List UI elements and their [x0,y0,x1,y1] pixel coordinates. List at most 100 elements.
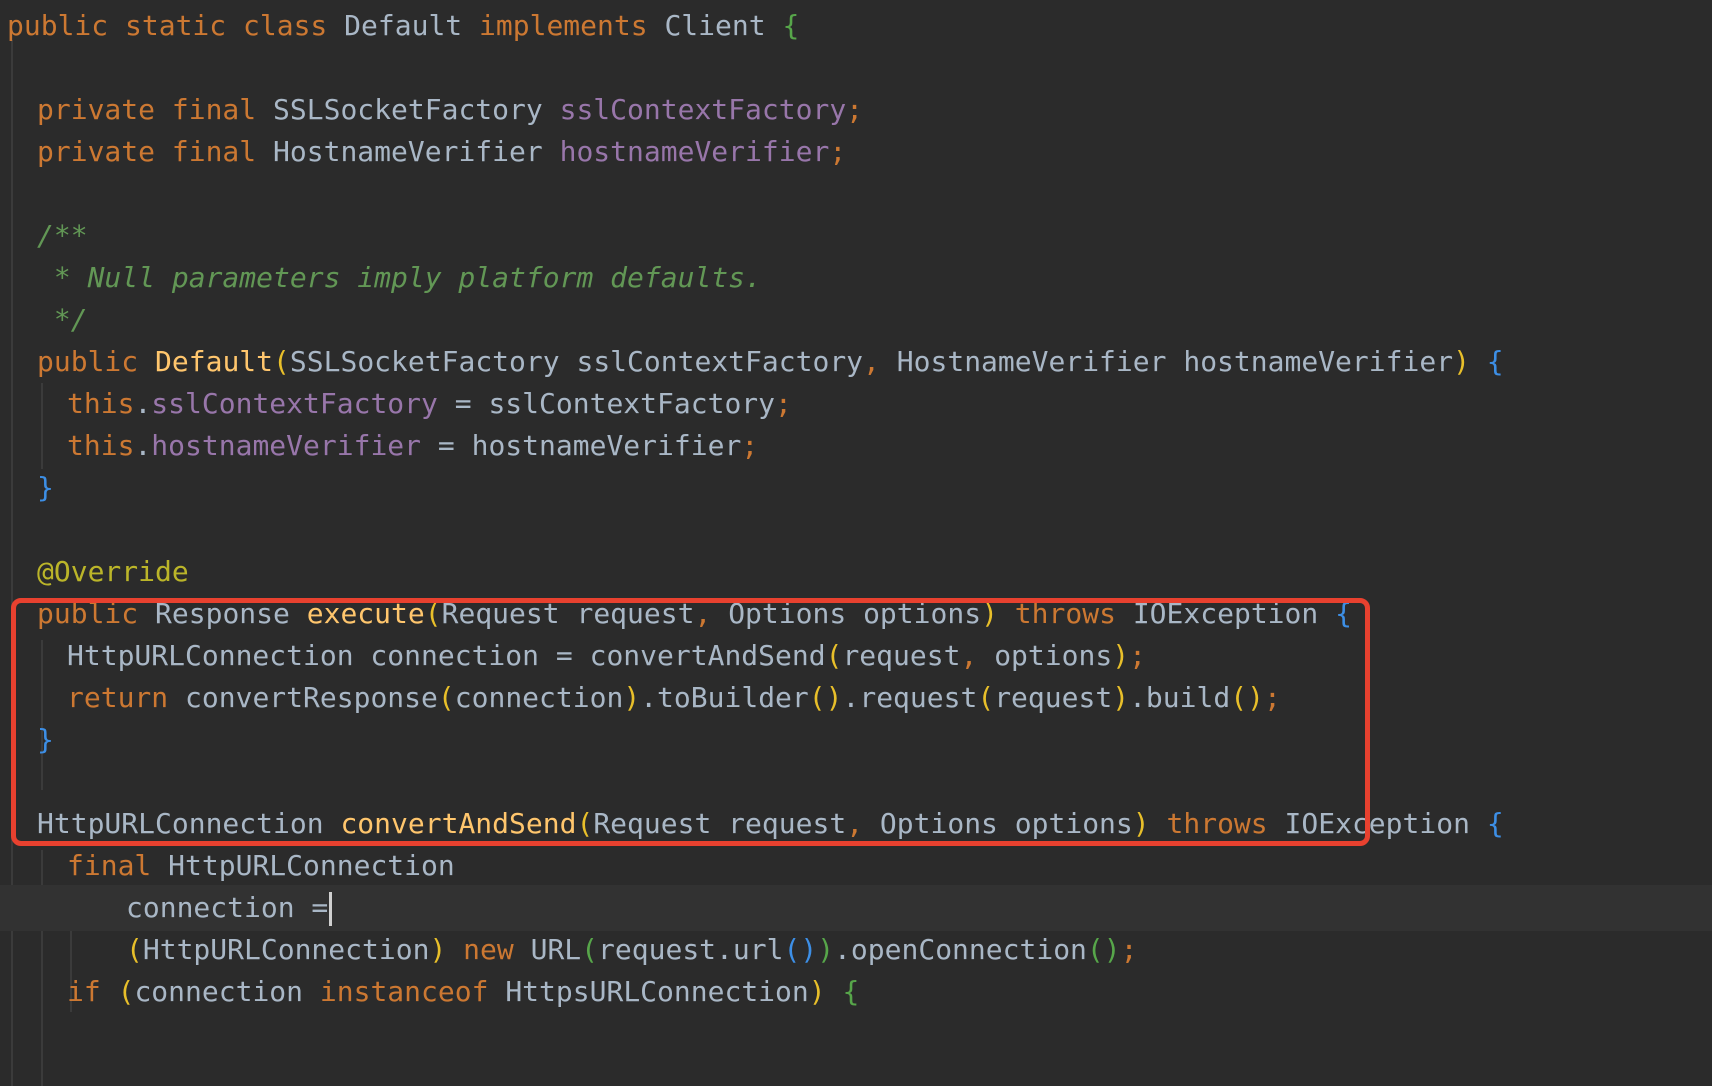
code-line[interactable]: /** [0,213,1712,259]
code-token: convertAndSend [340,807,577,840]
code-token: execute [306,597,425,630]
code-token: ; [1129,639,1146,672]
code-token: Default [155,345,274,378]
code-token: = sslContextFactory [437,387,776,420]
code-line[interactable]: final HttpURLConnection [0,843,1712,889]
code-token: { [1486,345,1504,378]
code-text: @Override [37,549,189,595]
code-line[interactable]: this.hostnameVerifier = hostnameVerifier… [0,423,1712,469]
code-line[interactable]: @Override [0,549,1712,595]
code-token: , [846,807,880,840]
code-line[interactable]: HttpURLConnection convertAndSend(Request… [0,801,1712,847]
code-token: private final [37,93,274,126]
code-line[interactable]: } [0,465,1712,511]
code-token: ; [846,93,864,126]
code-token: ( [126,933,143,966]
code-line[interactable] [0,45,1712,91]
code-token: () [1230,681,1264,714]
code-line[interactable]: this.sslContextFactory = sslContextFacto… [0,381,1712,427]
code-token: HttpURLConnection [37,807,341,840]
code-line[interactable] [0,507,1712,553]
code-line[interactable]: if (connection instanceof HttpsURLConnec… [0,969,1712,1015]
code-text: private final SSLSocketFactory sslContex… [37,87,863,133]
code-token: .build [1129,681,1231,714]
code-token: HttpURLConnection [142,933,430,966]
code-token: connection = [126,891,329,924]
code-line[interactable]: public Default(SSLSocketFactory sslConte… [0,339,1712,385]
code-text: public Response execute(Request request,… [37,591,1352,637]
code-token: } [37,723,54,756]
code-token: ( [825,639,843,672]
code-token: { [842,975,860,1008]
code-token: ) [817,933,835,966]
code-token: ; [741,429,759,462]
code-line[interactable]: private final HostnameVerifier hostnameV… [0,129,1712,175]
code-editor[interactable]: public static class Default implements C… [0,0,1712,1086]
code-token: if [67,975,118,1008]
code-text: private final HostnameVerifier hostnameV… [37,129,846,175]
code-token: new [463,933,531,966]
code-line[interactable]: } [0,717,1712,763]
code-token: .request [842,681,978,714]
code-token: Request request [593,807,847,840]
code-token: ) [429,933,464,966]
code-text: final HttpURLConnection [67,843,455,889]
code-text: return convertResponse(connection).toBui… [67,675,1281,721]
code-line[interactable]: return convertResponse(connection).toBui… [0,675,1712,721]
code-token: throws [1166,807,1285,840]
code-line[interactable]: private final SSLSocketFactory sslContex… [0,87,1712,133]
code-line[interactable]: public static class Default implements C… [0,3,1712,49]
code-token: , [863,345,897,378]
code-text: HttpURLConnection connection = convertAn… [67,633,1146,679]
code-line[interactable] [0,171,1712,217]
code-line[interactable] [0,759,1712,805]
code-text: connection = [126,885,333,931]
code-token: ; [1263,681,1281,714]
code-token: Client [664,9,783,42]
code-token: , [694,597,729,630]
code-token: options [994,639,1113,672]
code-token: sslContextFactory [559,93,847,126]
code-token: ) [808,975,843,1008]
code-text: HttpURLConnection convertAndSend(Request… [37,801,1504,847]
code-token: ( [424,597,442,630]
code-token: public [37,597,156,630]
code-text: public static class Default implements C… [7,3,799,49]
text-caret [329,892,333,926]
code-token: Options options [728,597,982,630]
code-line[interactable]: * Null parameters imply platform default… [0,255,1712,301]
code-token: } [37,471,54,504]
code-line[interactable]: */ [0,297,1712,343]
code-token: public static class [7,9,345,42]
code-text: public Default(SSLSocketFactory sslConte… [37,339,1504,385]
code-token: @Override [37,555,189,588]
code-token: Options options [879,807,1133,840]
code-line[interactable]: public Response execute(Request request,… [0,591,1712,637]
code-token: request [842,639,961,672]
code-token: .toBuilder [640,681,809,714]
code-token: () [783,933,818,966]
code-text: * Null parameters imply platform default… [37,255,762,301]
code-token: ; [775,387,792,420]
code-token: */ [37,303,88,336]
code-token: () [808,681,843,714]
code-token: hostnameVerifier [151,429,422,462]
code-token: SSLSocketFactory sslContextFactory [289,345,864,378]
code-token: = hostnameVerifier [421,429,742,462]
code-text: this.hostnameVerifier = hostnameVerifier… [67,423,758,469]
code-token: ) [1112,639,1130,672]
code-token: request [994,681,1113,714]
code-token: HostnameVerifier [273,135,560,168]
code-line[interactable]: connection = [0,885,1712,931]
code-token: ) [1132,807,1167,840]
code-token: ; [1120,933,1138,966]
code-token: .openConnection [834,933,1087,966]
code-text: */ [37,297,88,343]
code-line[interactable]: (HttpURLConnection) new URL(request.url(… [0,927,1712,973]
code-token: request.url [598,933,784,966]
code-token: IOException [1284,807,1487,840]
code-token: Request request [441,597,695,630]
code-token: IOException [1132,597,1336,630]
code-line[interactable]: HttpURLConnection connection = convertAn… [0,633,1712,679]
code-token: HttpsURLConnection [505,975,809,1008]
